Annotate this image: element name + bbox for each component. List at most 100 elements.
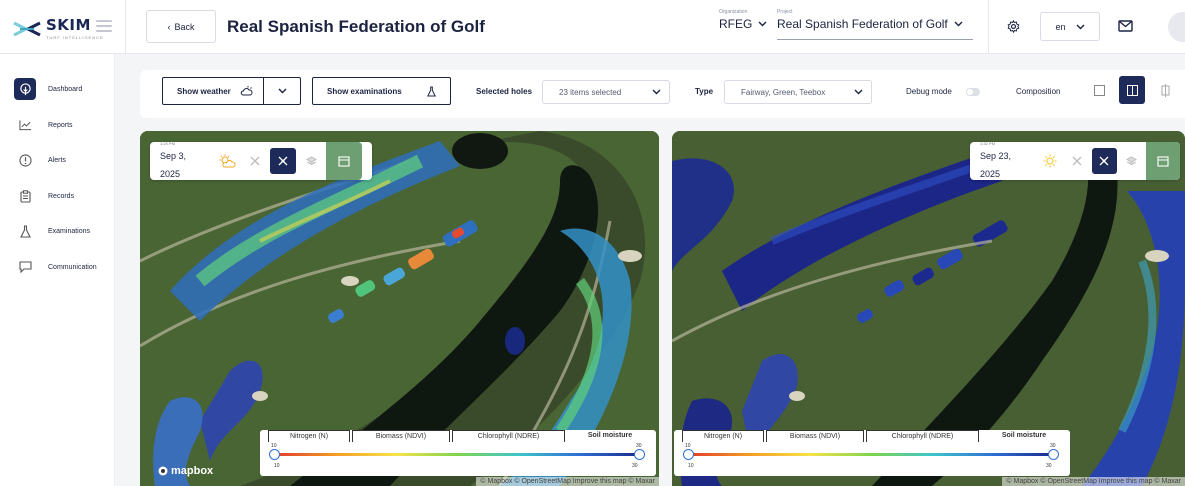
debug-mode-label: Debug mode <box>906 87 952 96</box>
back-button[interactable]: ‹ Back <box>146 10 216 43</box>
sidebar-item-records[interactable]: Records <box>14 185 74 207</box>
tab-biomass[interactable]: Biomass (NDVI) <box>766 430 864 442</box>
tab-nitrogen[interactable]: Nitrogen (N) <box>268 430 350 442</box>
weather-indicator <box>214 148 240 174</box>
sidebar-item-reports[interactable]: Reports <box>14 114 73 136</box>
range-max-value: 30 <box>632 463 638 469</box>
organization-selector[interactable]: Organization RFEG <box>719 9 767 31</box>
composition-split-button[interactable] <box>1119 76 1145 104</box>
capture-date[interactable]: Sep 3, 2025 <box>160 151 186 179</box>
sidebar-item-communication[interactable]: Communication <box>14 256 97 278</box>
type-value: Fairway, Green, Teebox <box>741 87 826 97</box>
logo-text: SKIM <box>46 16 91 34</box>
tab-chlorophyll[interactable]: Chlorophyll (NDRE) <box>866 430 979 442</box>
chevron-down-icon <box>652 89 661 95</box>
sun-icon <box>1043 154 1057 168</box>
selected-holes-select[interactable]: 23 items selected <box>542 80 670 104</box>
mapbox-text: mapbox <box>171 465 214 477</box>
tab-chlorophyll[interactable]: Chlorophyll (NDRE) <box>452 430 565 442</box>
selected-holes-value: 23 items selected <box>559 87 622 97</box>
type-select[interactable]: Fairway, Green, Teebox <box>724 80 872 104</box>
split-pane-icon <box>1126 84 1138 96</box>
tab-nitrogen[interactable]: Nitrogen (N) <box>682 430 764 442</box>
language-selector[interactable]: en <box>1040 12 1100 41</box>
capture-time: 1:24 PM <box>160 140 175 146</box>
project-label: Project <box>777 9 793 15</box>
examinations-toggle[interactable] <box>1145 142 1180 180</box>
header-divider <box>125 0 126 54</box>
weather-indicator <box>1038 148 1063 174</box>
single-pane-icon <box>1093 84 1105 96</box>
project-selector[interactable]: Project Real Spanish Federation of Golf <box>777 9 973 40</box>
settings-button[interactable] <box>1006 19 1020 33</box>
sidebar-item-dashboard[interactable]: Dashboard <box>14 78 82 100</box>
sidebar-item-label: Records <box>48 192 75 200</box>
heatmap-toggle[interactable] <box>270 148 296 174</box>
date-card-left: 1:24 PM Sep 3, 2025 <box>150 140 372 180</box>
avatar[interactable] <box>1168 12 1185 42</box>
heatmap-toggle[interactable] <box>1091 148 1117 174</box>
capture-date[interactable]: Sep 23, 2025 <box>980 151 1011 179</box>
back-label: Back <box>174 21 195 32</box>
map-panel-left[interactable]: 1:24 PM Sep 3, 2025 Nitrogen (N) Biomass… <box>140 131 659 486</box>
chevron-down-icon <box>854 89 863 95</box>
layers-toggle[interactable] <box>1119 148 1144 174</box>
wind-toggle[interactable] <box>242 148 268 174</box>
sidebar-item-label: Examinations <box>48 227 91 235</box>
sidebar-item-examinations[interactable]: Examinations <box>14 220 90 242</box>
map-attribution[interactable]: © Mapbox © OpenStreetMap Improve this ma… <box>1002 477 1185 486</box>
legend-left: Nitrogen (N) Biomass (NDVI) Chlorophyll … <box>260 430 656 476</box>
range-max-handle[interactable] <box>634 449 645 460</box>
range-max-top: 30 <box>1050 443 1056 449</box>
debug-mode-toggle[interactable] <box>966 88 980 96</box>
tree-icon <box>19 82 31 95</box>
range-min-value: 10 <box>274 463 280 469</box>
page-title: Real Spanish Federation of Golf <box>227 17 485 36</box>
composition-compare-button[interactable] <box>1152 76 1178 104</box>
skim-logo[interactable]: SKIM TURF INTELLIGENCE <box>12 17 104 40</box>
sidebar-item-label: Communication <box>48 263 97 271</box>
project-value: Real Spanish Federation of Golf <box>777 17 948 31</box>
composition-label: Composition <box>1016 87 1061 96</box>
map-attribution[interactable]: © Mapbox © OpenStreetMap Improve this ma… <box>476 477 659 486</box>
sidebar-item-alerts[interactable]: Alerts <box>14 149 66 171</box>
sidebar: Dashboard Reports Alerts Records Examina… <box>0 54 115 486</box>
moisture-gradient <box>688 453 1054 456</box>
menu-icon[interactable] <box>96 20 112 32</box>
weather-dropdown-toggle[interactable] <box>264 88 300 94</box>
chevron-left-icon: ‹ <box>167 21 171 32</box>
range-min-handle[interactable] <box>683 449 694 460</box>
composition-single-button[interactable] <box>1086 76 1112 104</box>
range-min-top: 10 <box>271 443 277 449</box>
range-min-handle[interactable] <box>269 449 280 460</box>
messages-button[interactable] <box>1117 19 1133 33</box>
mapbox-logo[interactable]: mapbox <box>158 465 213 477</box>
mapbox-logo-icon <box>158 466 168 476</box>
range-min-value: 10 <box>688 463 694 469</box>
layers-icon <box>1125 155 1137 165</box>
examinations-toggle[interactable] <box>326 142 362 180</box>
fan-icon <box>1099 156 1109 166</box>
sidebar-item-label: Alerts <box>48 156 66 164</box>
fan-icon <box>1072 156 1082 166</box>
top-header: SKIM TURF INTELLIGENCE ‹ Back Real Spani… <box>0 0 1185 54</box>
tab-soil-moisture[interactable]: Soil moisture <box>981 430 1067 442</box>
layers-toggle[interactable] <box>298 148 324 174</box>
range-max-top: 30 <box>636 443 642 449</box>
type-label: Type <box>695 87 714 96</box>
fan-icon <box>278 156 288 166</box>
show-weather-button[interactable]: Show weather <box>162 77 301 105</box>
layer-tabs: Nitrogen (N) Biomass (NDVI) Chlorophyll … <box>682 430 1069 442</box>
range-max-handle[interactable] <box>1048 449 1059 460</box>
wind-toggle[interactable] <box>1065 148 1090 174</box>
flask-icon <box>427 86 436 96</box>
show-examinations-button[interactable]: Show examinations <box>312 77 451 105</box>
language-value: en <box>1055 21 1066 32</box>
cloud-sun-icon <box>240 86 253 96</box>
show-weather-label: Show weather <box>177 86 231 96</box>
map-panel-right[interactable]: 1:32 PM Sep 23, 2025 Nitrogen (N) Biomas… <box>672 131 1185 486</box>
line-chart-icon <box>18 120 31 131</box>
tab-soil-moisture[interactable]: Soil moisture <box>567 430 653 442</box>
tab-biomass[interactable]: Biomass (NDVI) <box>352 430 450 442</box>
organization-value: RFEG <box>719 17 753 31</box>
